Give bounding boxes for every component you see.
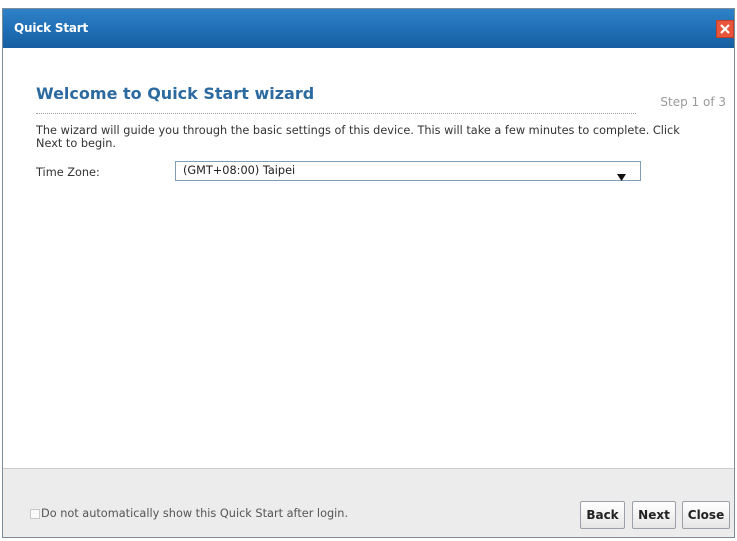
quick-start-dialog: Quick Start Welcome to Quick Start wizar…: [2, 8, 735, 538]
heading-divider: [36, 113, 636, 114]
step-indicator: Step 1 of 3: [660, 95, 726, 109]
dialog-title: Quick Start: [14, 21, 89, 35]
back-button[interactable]: Back: [580, 501, 625, 529]
title-bar: Quick Start: [3, 9, 734, 48]
do-not-show-checkbox[interactable]: [30, 509, 40, 519]
timezone-select[interactable]: (GMT+08:00) Taipei: [175, 161, 641, 181]
next-button[interactable]: Next: [632, 501, 676, 529]
timezone-label: Time Zone:: [36, 166, 100, 179]
timezone-selected-value: (GMT+08:00) Taipei: [183, 164, 296, 177]
wizard-content: Welcome to Quick Start wizard Step 1 of …: [3, 48, 734, 468]
do-not-show-label: Do not automatically show this Quick Sta…: [41, 507, 349, 520]
close-button[interactable]: Close: [682, 501, 730, 529]
close-x-glyph: [720, 24, 730, 34]
dialog-footer: Do not automatically show this Quick Sta…: [3, 468, 734, 537]
wizard-heading: Welcome to Quick Start wizard: [36, 84, 315, 103]
wizard-description: The wizard will guide you through the ba…: [36, 124, 680, 150]
close-icon[interactable]: [716, 20, 734, 38]
dropdown-arrow-icon: [617, 166, 626, 185]
